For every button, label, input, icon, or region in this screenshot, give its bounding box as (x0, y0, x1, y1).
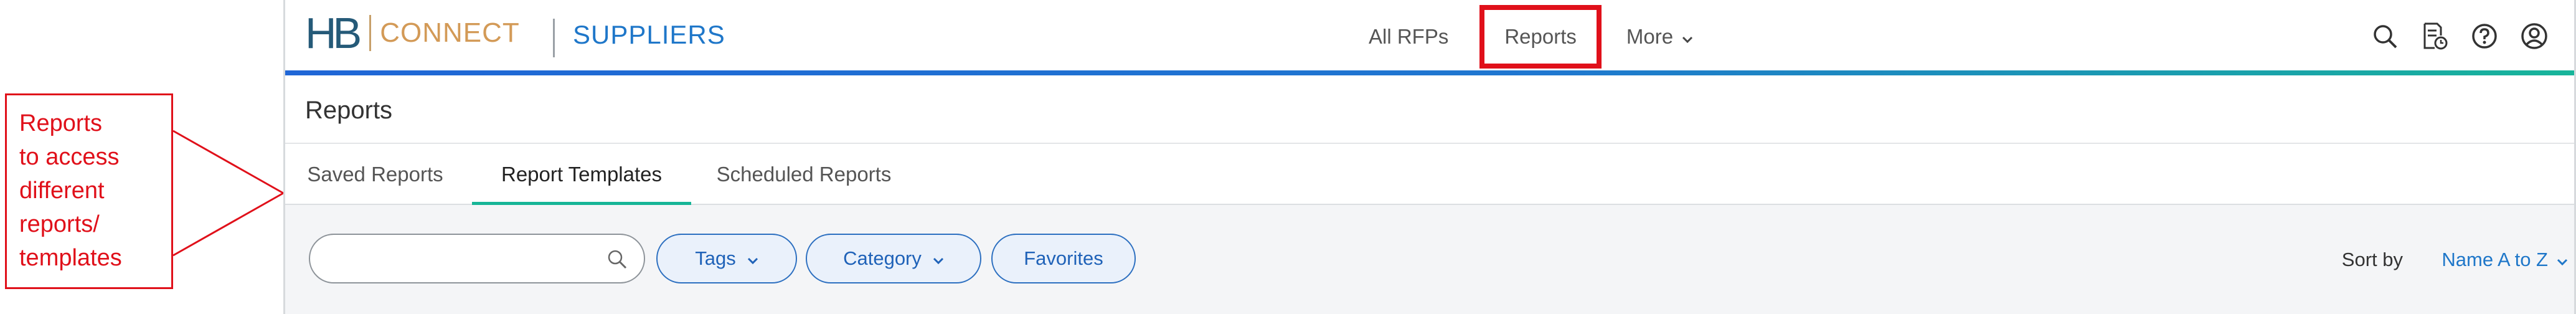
nav-reports[interactable]: Reports (1479, 4, 1602, 69)
top-navigation: All RFPs Reports More (1369, 0, 1737, 73)
annotation-text: Reports to access different reports/ tem… (19, 110, 122, 271)
favorites-filter-button[interactable]: Favorites (991, 234, 1136, 283)
logo-separator (369, 15, 372, 51)
search-field (309, 234, 645, 283)
report-schedule-icon[interactable] (2418, 20, 2451, 52)
tab-saved-reports[interactable]: Saved Reports (305, 144, 445, 205)
favorites-filter-label: Favorites (1024, 247, 1103, 269)
chevron-down-icon (2557, 249, 2568, 271)
sort-value-label: Name A to Z (2442, 249, 2548, 270)
logo-hb-text: HB (305, 9, 362, 57)
nav-reports-label: Reports (1504, 24, 1577, 48)
help-icon[interactable] (2468, 20, 2501, 52)
nav-all-rfps[interactable]: All RFPs (1369, 25, 1448, 49)
tags-filter-label: Tags (695, 247, 736, 269)
header-toolbar (2351, 20, 2550, 52)
category-filter-label: Category (843, 247, 922, 269)
tab-report-templates[interactable]: Report Templates (472, 144, 691, 206)
filter-bar: Tags Category Favorites Sort by Name A t… (285, 205, 2574, 314)
annotation-callout: Reports to access different reports/ tem… (5, 93, 173, 289)
tab-scheduled-reports-label: Scheduled Reports (716, 163, 892, 186)
report-tabs: Saved Reports Report Templates Scheduled… (285, 144, 2574, 206)
tags-filter-button[interactable]: Tags (656, 234, 797, 283)
page-title: Reports (305, 97, 393, 124)
chevron-down-icon (747, 247, 758, 270)
page-title-row: Reports (285, 75, 2574, 144)
hb-connect-logo[interactable]: HB CONNECT (305, 9, 520, 57)
top-header: HB CONNECT SUPPLIERS All RFPs Reports Mo… (285, 0, 2574, 73)
app-name: SUPPLIERS (573, 20, 725, 49)
header-divider (553, 19, 555, 57)
tab-saved-reports-label: Saved Reports (307, 163, 443, 186)
app-window: HB CONNECT SUPPLIERS All RFPs Reports Mo… (283, 0, 2576, 314)
sort-dropdown[interactable]: Name A to Z (2442, 249, 2568, 271)
nav-more-label: More (1626, 24, 1674, 48)
chevron-down-icon (1682, 25, 1693, 49)
search-icon[interactable] (606, 249, 628, 270)
nav-all-rfps-label: All RFPs (1369, 24, 1449, 48)
tab-report-templates-label: Report Templates (501, 163, 663, 186)
logo-connect-text: CONNECT (380, 17, 520, 48)
account-icon[interactable] (2518, 20, 2550, 52)
search-icon[interactable] (2369, 20, 2401, 52)
header-accent-bar (285, 70, 2574, 75)
chevron-down-icon (933, 247, 944, 270)
tab-scheduled-reports[interactable]: Scheduled Reports (714, 144, 894, 205)
sort-label: Sort by (2341, 249, 2403, 270)
category-filter-button[interactable]: Category (806, 234, 981, 283)
search-input[interactable] (329, 235, 603, 282)
nav-more[interactable]: More (1626, 25, 1693, 49)
